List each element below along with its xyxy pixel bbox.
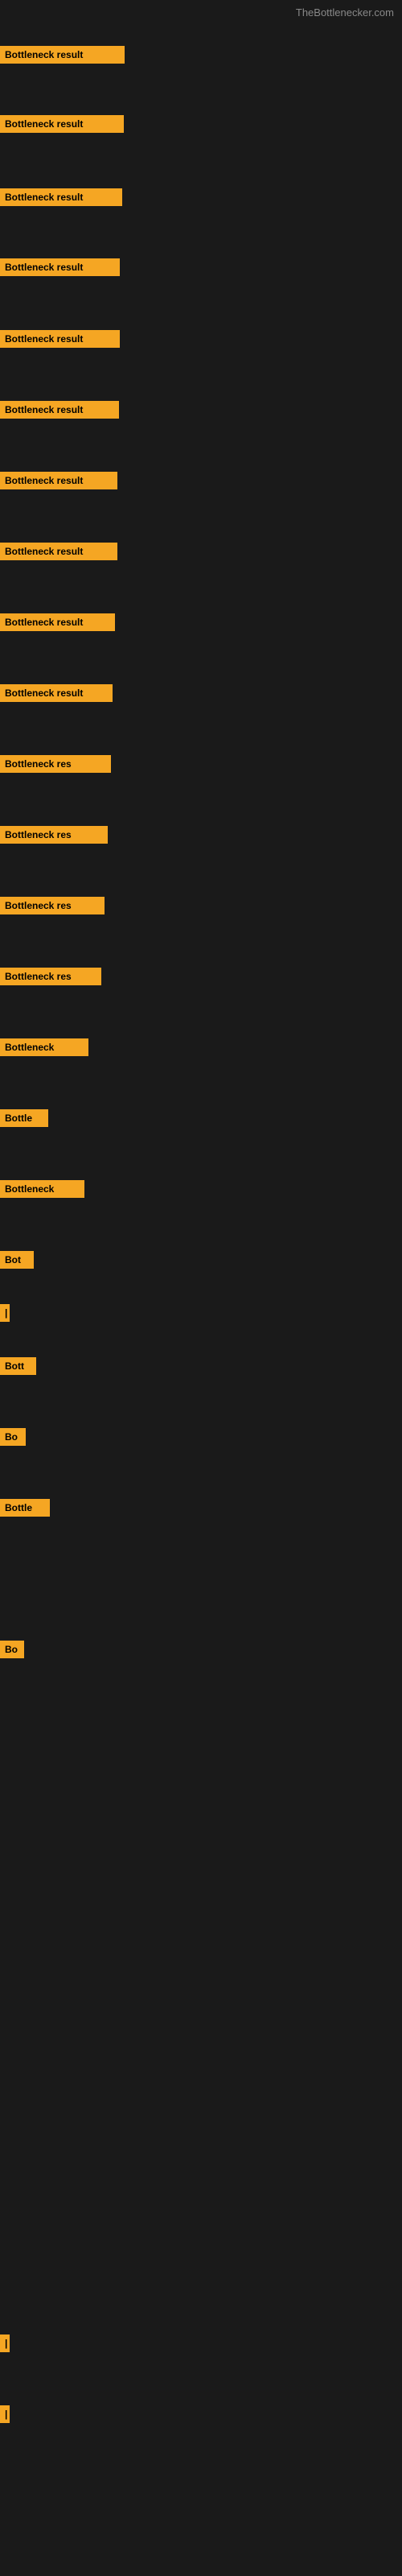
- bottleneck-result-badge: Bottleneck result: [0, 46, 125, 64]
- bottleneck-result-badge: Bottleneck result: [0, 543, 117, 560]
- site-title: TheBottlenecker.com: [296, 6, 394, 19]
- bottleneck-result-badge: Bott: [0, 1357, 36, 1375]
- bottleneck-result-badge: Bottleneck result: [0, 684, 113, 702]
- bottleneck-result-badge: Bottleneck res: [0, 968, 101, 985]
- bottleneck-result-badge: Bottleneck result: [0, 401, 119, 419]
- bottleneck-result-badge: Bo: [0, 1641, 24, 1658]
- bottleneck-result-badge: Bottleneck result: [0, 472, 117, 489]
- bottleneck-result-badge: Bottleneck res: [0, 826, 108, 844]
- bottleneck-result-badge: Bottle: [0, 1109, 48, 1127]
- bottleneck-result-badge: Bot: [0, 1251, 34, 1269]
- bottleneck-result-badge: Bottle: [0, 1499, 50, 1517]
- bottleneck-result-badge: Bo: [0, 1428, 26, 1446]
- bottleneck-result-badge: Bottleneck result: [0, 115, 124, 133]
- bottleneck-result-badge: Bottleneck result: [0, 330, 120, 348]
- bottleneck-result-badge: Bottleneck: [0, 1180, 84, 1198]
- bottleneck-result-badge: Bottleneck result: [0, 188, 122, 206]
- bottleneck-result-badge: Bottleneck res: [0, 755, 111, 773]
- bottleneck-result-badge: |: [0, 2405, 10, 2423]
- bottleneck-result-badge: Bottleneck: [0, 1038, 88, 1056]
- bottleneck-result-badge: |: [0, 1304, 10, 1322]
- bottleneck-result-badge: Bottleneck result: [0, 613, 115, 631]
- bottleneck-result-badge: Bottleneck res: [0, 897, 105, 914]
- bottleneck-result-badge: |: [0, 2334, 10, 2352]
- bottleneck-result-badge: Bottleneck result: [0, 258, 120, 276]
